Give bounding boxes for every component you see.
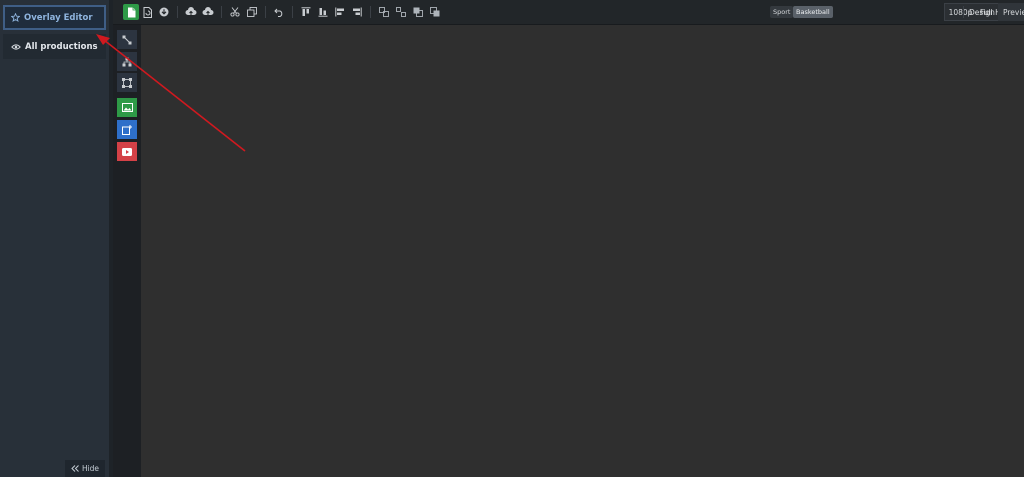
- toolbar-separator: [265, 6, 266, 18]
- copy-icon: [247, 7, 257, 17]
- cloud-upload-button[interactable]: [183, 4, 199, 20]
- align-right-button[interactable]: [349, 4, 365, 20]
- image-icon: [121, 103, 133, 112]
- double-chevron-left-icon: [71, 465, 79, 472]
- nav-all-productions[interactable]: All productions: [3, 34, 106, 59]
- align-right-icon: [353, 7, 362, 17]
- cloud-arrow-icon: [202, 7, 214, 16]
- group-icon: [379, 7, 389, 17]
- tab-preview[interactable]: Previe: [998, 3, 1024, 21]
- sidebar: Overlay Editor All productions Hide: [0, 0, 109, 477]
- toolbar-separator: [292, 6, 293, 18]
- tab-preview-label: Previe: [1003, 7, 1024, 17]
- tools-panel: [113, 25, 141, 477]
- sport-tag-label: Sport: [773, 8, 791, 16]
- toolbar-separator: [370, 6, 371, 18]
- design-canvas[interactable]: [141, 25, 1024, 477]
- bring-forward-icon: [413, 7, 423, 17]
- hide-sidebar-button[interactable]: Hide: [65, 460, 105, 477]
- nav-all-productions-label: All productions: [25, 41, 98, 52]
- align-bottom-icon: [318, 8, 328, 17]
- align-bottom-button[interactable]: [315, 4, 331, 20]
- ungroup-button[interactable]: [393, 4, 409, 20]
- top-toolbar: Sport Basketball 1080p - Full HD - 1920 …: [113, 0, 1024, 25]
- toolbar-separator: [177, 6, 178, 18]
- toolbar-separator: [221, 6, 222, 18]
- discipline-tag-label: Basketball: [796, 8, 830, 16]
- file-refresh-icon: [143, 6, 152, 18]
- align-left-icon: [335, 7, 344, 17]
- tab-design-label: Design: [969, 7, 995, 17]
- select-area-tool-button[interactable]: [117, 73, 137, 92]
- bring-forward-button[interactable]: [410, 4, 426, 20]
- hide-label: Hide: [81, 464, 100, 473]
- undo-icon: [274, 8, 283, 17]
- cloud-publish-button[interactable]: [200, 4, 216, 20]
- video-tool-button[interactable]: [117, 142, 137, 161]
- nav-overlay-editor[interactable]: Overlay Editor: [3, 5, 106, 30]
- download-button[interactable]: [156, 4, 172, 20]
- undo-button[interactable]: [271, 4, 287, 20]
- image-tool-button[interactable]: [117, 98, 137, 117]
- align-top-button[interactable]: [298, 4, 314, 20]
- new-file-button[interactable]: [123, 4, 139, 20]
- cloud-up-icon: [185, 7, 197, 16]
- download-circle-icon: [159, 7, 169, 17]
- open-file-button[interactable]: [140, 4, 156, 20]
- cut-button[interactable]: [227, 4, 243, 20]
- ungroup-icon: [396, 7, 406, 17]
- hierarchy-icon: [122, 57, 132, 66]
- widget-add-icon: [122, 124, 132, 135]
- connect-icon: [122, 35, 132, 44]
- copy-button[interactable]: [244, 4, 260, 20]
- sport-tag: Sport: [770, 6, 794, 18]
- hierarchy-tool-button[interactable]: [117, 52, 137, 71]
- nav-overlay-editor-label: Overlay Editor: [24, 12, 93, 23]
- align-top-icon: [301, 7, 311, 16]
- scissors-icon: [230, 7, 240, 17]
- group-button[interactable]: [376, 4, 392, 20]
- select-area-icon: [122, 77, 132, 88]
- tab-design[interactable]: Design: [964, 3, 1000, 21]
- file-icon: [127, 7, 135, 17]
- discipline-tag: Basketball: [793, 6, 833, 18]
- connect-tool-button[interactable]: [117, 30, 137, 49]
- star-icon: [11, 13, 20, 22]
- video-play-icon: [122, 147, 132, 156]
- align-left-button[interactable]: [332, 4, 348, 20]
- widget-tool-button[interactable]: [117, 120, 137, 139]
- send-backward-button[interactable]: [427, 4, 443, 20]
- eye-icon: [11, 43, 21, 50]
- send-backward-icon: [430, 7, 440, 17]
